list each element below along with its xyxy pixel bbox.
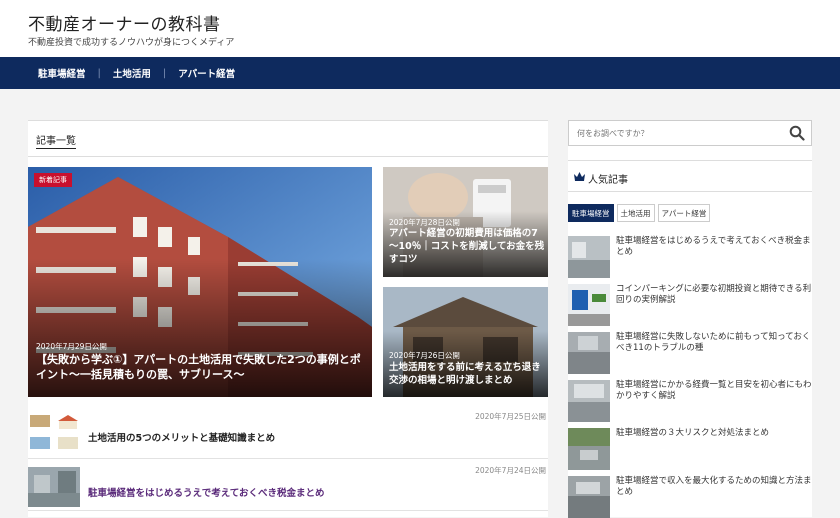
- site-tagline: 不動産投資で成功するノウハウが身につくメディア: [28, 38, 235, 48]
- article-thumbnail: [568, 380, 610, 422]
- popular-title: 人気記事: [588, 175, 628, 186]
- section-title: 記事一覧: [36, 132, 76, 149]
- article-thumbnail: [568, 284, 610, 326]
- article-thumbnail: [28, 413, 80, 453]
- new-article-badge: 新着記事: [34, 173, 72, 187]
- article-date: 2020年7月24日公開: [475, 466, 546, 475]
- site-header: 不動産オーナーの教科書 不動産投資で成功するノウハウが身につくメディア: [0, 0, 840, 57]
- article-title[interactable]: 土地活用の5つのメリットと基礎知識まとめ: [88, 430, 275, 444]
- site-title[interactable]: 不動産オーナーの教科書: [28, 10, 221, 35]
- popular-item-title[interactable]: 駐車場経営で収入を最大化するための知識と方法まとめ: [616, 476, 812, 498]
- article-thumbnail: [568, 236, 610, 278]
- article-card[interactable]: 2020年7月28日公開 アパート経営の初期費用は価格の7～10％｜コストを削減…: [383, 167, 548, 277]
- article-card[interactable]: 2020年7月26日公開 土地活用をする前に考える立ち退き交渉の相場と明け渡しま…: [383, 287, 548, 397]
- sidebar: 人気記事 駐車場経営 土地活用 アパート経営 駐車場経営をはじめるうえで考えてお…: [568, 120, 812, 518]
- article-date: 2020年7月28日公開: [389, 218, 460, 227]
- article-date: 2020年7月29日公開: [36, 342, 107, 351]
- search-input[interactable]: [577, 126, 777, 140]
- list-item[interactable]: 2020年7月25日公開 土地活用の5つのメリットと基礎知識まとめ: [28, 407, 548, 459]
- article-title[interactable]: 【失敗から学ぶ①】アパートの土地活用で失敗した2つの事例とポイント～一括見積もり…: [36, 353, 366, 383]
- list-item[interactable]: 2020年7月24日公開 駐車場経営をはじめるうえで考えておくべき税金まとめ: [28, 459, 548, 511]
- tab-parking[interactable]: 駐車場経営: [568, 204, 614, 222]
- nav-item-land[interactable]: 土地活用: [113, 66, 151, 80]
- crown-icon: [574, 172, 585, 181]
- nav-separator: |: [162, 67, 167, 79]
- popular-tabs: 駐車場経営 土地活用 アパート経営: [568, 204, 711, 222]
- nav-item-parking[interactable]: 駐車場経営: [38, 66, 86, 80]
- section-header: 記事一覧: [28, 120, 548, 157]
- article-thumbnail: [568, 476, 610, 518]
- search-icon[interactable]: [789, 125, 805, 141]
- popular-item-title[interactable]: 駐車場経営をはじめるうえで考えておくべき税金まとめ: [616, 236, 812, 258]
- global-nav: 駐車場経営 | 土地活用 | アパート経営: [0, 57, 840, 89]
- featured-article-card[interactable]: 新着記事 2020年7月29日公開 【失敗から学ぶ①】アパートの土地活用で失敗し…: [28, 167, 372, 397]
- article-title[interactable]: アパート経営の初期費用は価格の7～10％｜コストを削減してお金を残すコツ: [389, 228, 545, 266]
- popular-item-title[interactable]: 駐車場経営に失敗しないために前もって知っておくべき11のトラブルの種: [616, 332, 812, 354]
- popular-header: 人気記事: [568, 160, 812, 192]
- popular-item-title[interactable]: 駐車場経営にかかる経費一覧と目安を初心者にもわかりやすく解説: [616, 380, 812, 402]
- tab-land[interactable]: 土地活用: [616, 204, 655, 222]
- article-title[interactable]: 土地活用をする前に考える立ち退き交渉の相場と明け渡しまとめ: [389, 362, 545, 388]
- article-date: 2020年7月26日公開: [389, 351, 460, 360]
- article-date: 2020年7月25日公開: [475, 412, 546, 421]
- tab-apartment[interactable]: アパート経営: [657, 204, 711, 222]
- article-thumbnail: [28, 467, 80, 507]
- popular-item-title[interactable]: コインパーキングに必要な初期投資と期待できる利回りの実例解説: [616, 284, 812, 306]
- article-title[interactable]: 駐車場経営をはじめるうえで考えておくべき税金まとめ: [88, 485, 324, 499]
- nav-separator: |: [97, 67, 101, 79]
- popular-item-title[interactable]: 駐車場経営の３大リスクと対処法まとめ: [616, 428, 812, 439]
- search-box: [568, 120, 812, 146]
- article-thumbnail: [568, 428, 610, 470]
- main-content: 記事一覧 新着記事 2020年7月29日公開 【失敗から学ぶ①】アパートの土地活…: [28, 120, 548, 517]
- nav-item-apartment[interactable]: アパート経営: [178, 66, 235, 80]
- article-thumbnail: [568, 332, 610, 374]
